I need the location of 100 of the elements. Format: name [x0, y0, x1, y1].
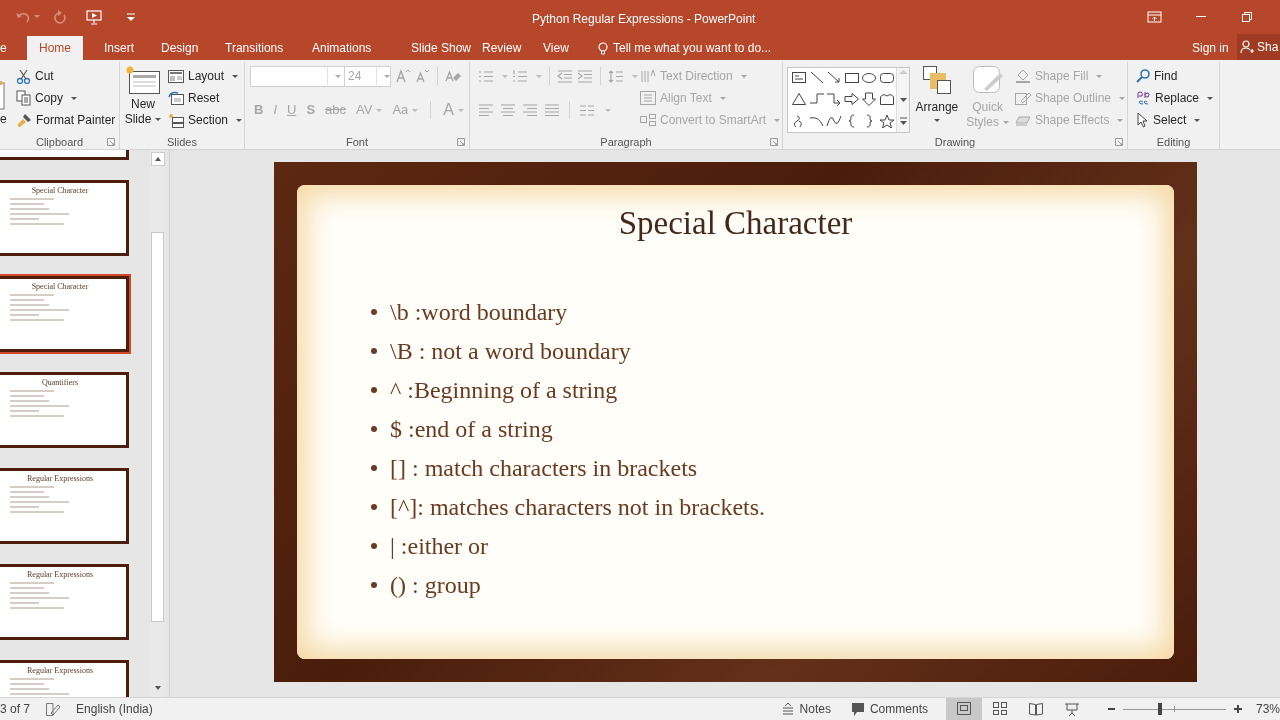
bullet-text: | :either or — [390, 531, 489, 561]
right-arrow-icon[interactable] — [843, 92, 860, 107]
line-icon[interactable] — [808, 71, 825, 85]
group-label: Drawing — [934, 134, 976, 150]
section-icon — [167, 112, 184, 128]
bullet-text: [] : match characters in brackets — [390, 453, 698, 483]
rectangle-icon[interactable] — [843, 71, 860, 85]
zoom-in-icon[interactable] — [1233, 705, 1242, 713]
ribbon-command[interactable]: Layout — [165, 65, 244, 87]
arrow-line-icon[interactable] — [826, 71, 843, 85]
flowchart-shape-icon[interactable] — [878, 92, 895, 107]
font-name-field[interactable] — [250, 65, 345, 87]
view-button[interactable] — [945, 698, 982, 720]
ribbon-command[interactable]: Replace — [1134, 87, 1216, 109]
slide-thumbnail[interactable]: Special Character — [0, 274, 131, 354]
caret-icon — [1117, 118, 1124, 122]
slide-title: Special Character — [617, 204, 854, 242]
ribbon-command[interactable]: Copy — [14, 87, 118, 109]
sign-in-link[interactable]: Sign in — [1192, 39, 1229, 57]
thumbnail-title: Regular Expressions — [27, 666, 93, 675]
paste-label[interactable]: e — [0, 113, 7, 125]
quick-styles-icon — [971, 65, 1004, 95]
ribbon-tab[interactable]: Transitions — [213, 36, 296, 60]
star-icon[interactable] — [878, 113, 895, 128]
ribbon-command[interactable]: Section — [165, 109, 244, 131]
spell-check-icon[interactable] — [45, 701, 62, 717]
ribbon-tab[interactable]: Home — [27, 36, 83, 60]
caret-icon — [335, 74, 341, 78]
ribbon-command[interactable]: Cut — [14, 65, 118, 87]
thumbnail-text-lines-drawing — [10, 678, 70, 697]
new-slide-button[interactable]: New Slide — [124, 65, 162, 127]
slide-thumbnail[interactable]: Quantifiers — [0, 370, 131, 450]
smartart-icon — [640, 113, 656, 127]
search-icon — [1136, 69, 1150, 83]
comment-icon — [850, 702, 865, 716]
group-label: Slides — [167, 134, 197, 150]
scroll-up-icon[interactable] — [150, 152, 165, 166]
ribbon-display-icon[interactable] — [1147, 10, 1162, 23]
caret-icon — [1207, 96, 1214, 100]
paintbrush-icon — [16, 112, 32, 128]
comments-button[interactable]: Comments — [846, 698, 932, 720]
ribbon-tab[interactable]: View — [531, 36, 581, 60]
restore-icon[interactable] — [1242, 11, 1252, 22]
shapes-gallery[interactable] — [787, 67, 910, 133]
rounded-rectangle-icon[interactable] — [878, 71, 895, 85]
clipboard-icon[interactable] — [0, 81, 8, 111]
group-label: Editing — [1156, 134, 1191, 150]
elbow-arrow-icon[interactable] — [826, 92, 843, 107]
copy-icon — [16, 90, 31, 106]
group-label: Paragraph — [600, 134, 652, 150]
customize-icon[interactable] — [126, 11, 136, 22]
lightbulb-icon — [598, 41, 608, 55]
ribbon-tab[interactable]: Animations — [300, 36, 384, 60]
slide-thumbnail[interactable]: Regular Expressions — [0, 466, 131, 546]
ribbon-tab[interactable]: e — [0, 36, 19, 60]
zoom-slider-thumb[interactable] — [1158, 703, 1163, 715]
replace-icon — [1136, 90, 1151, 106]
caret-icon — [71, 96, 77, 100]
group-label: Clipboard — [35, 134, 84, 150]
ribbon-command[interactable]: Reset — [165, 87, 244, 109]
ribbon-command[interactable]: Format Painter — [14, 109, 118, 131]
dialog-launcher-icon[interactable] — [1115, 138, 1123, 146]
ribbon-tab[interactable]: Insert — [92, 36, 146, 60]
caret-icon — [1096, 74, 1103, 78]
oval-icon[interactable] — [861, 71, 878, 85]
zoom-level[interactable]: 73% — [1255, 700, 1280, 718]
thumbnail-text-lines-drawing — [10, 294, 70, 321]
caret-icon — [605, 108, 611, 112]
triangle-icon[interactable] — [791, 92, 807, 107]
slideshow-icon[interactable] — [86, 8, 102, 25]
caret-icon — [412, 108, 419, 112]
dialog-launcher-icon[interactable] — [770, 138, 778, 146]
ribbon-command[interactable]: Find — [1134, 65, 1216, 87]
dialog-launcher-icon[interactable] — [107, 138, 115, 146]
bullet-text: \B : not a word boundary — [390, 336, 631, 366]
layout-icon — [167, 69, 184, 83]
down-arrow-icon[interactable] — [861, 92, 878, 107]
text-box-icon[interactable] — [791, 71, 807, 85]
bullet-text: $ :end of a string — [390, 414, 553, 444]
slide-thumbnail[interactable]: Regular Expressions — [0, 658, 131, 697]
caret-icon — [232, 74, 238, 78]
arrange-button[interactable]: Arrange — [915, 65, 959, 122]
ribbon-tab[interactable]: Design — [149, 36, 211, 60]
slide-thumbnail[interactable]: Regular Expressions — [0, 562, 131, 642]
caret-icon — [376, 108, 383, 112]
notes-button[interactable]: Notes — [776, 698, 835, 720]
cursor-arrow-icon — [1136, 112, 1149, 128]
share-button[interactable]: Sha — [1237, 34, 1280, 60]
ribbon-command[interactable]: Select — [1134, 109, 1216, 131]
zoom-slider[interactable] — [1122, 703, 1226, 715]
slide-thumbnail[interactable]: Special Character — [0, 178, 131, 258]
reading-view-icon — [1027, 701, 1044, 717]
language-status[interactable]: English (India) — [76, 700, 153, 718]
slide-position: 3 of 7 — [0, 701, 31, 718]
presentation-icon — [1063, 701, 1080, 717]
dialog-launcher-icon[interactable] — [457, 138, 465, 146]
caret-icon — [1194, 118, 1201, 122]
caret-icon — [1002, 121, 1009, 124]
curve-icon[interactable] — [826, 113, 843, 128]
new-slide-icon — [125, 65, 161, 95]
